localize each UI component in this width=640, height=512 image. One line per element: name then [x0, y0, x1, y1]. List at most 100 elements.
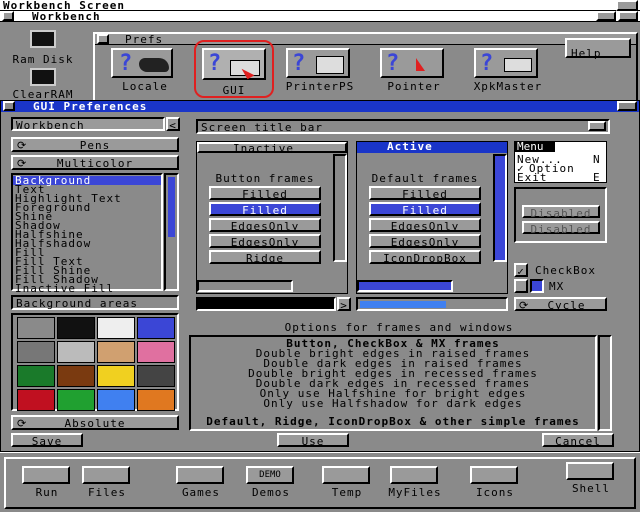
- cycle-gadget[interactable]: ⟳ Cycle: [514, 297, 607, 312]
- multicolor-cycle[interactable]: ⟳ Multicolor: [11, 155, 179, 170]
- prefs-titlebar[interactable]: Prefs: [95, 33, 636, 46]
- palette-swatch[interactable]: [97, 389, 135, 411]
- cycle-icon: ⟳: [17, 157, 28, 170]
- palette-swatch[interactable]: [57, 341, 95, 363]
- dock-label: Shell: [571, 482, 611, 495]
- ram-disk-icon[interactable]: Ram Disk: [13, 28, 72, 66]
- inactive-btn-3[interactable]: EdgesOnly: [209, 218, 321, 233]
- pointer-icon[interactable]: ? Pointer: [374, 48, 454, 94]
- cycle-icon: ⟳: [17, 417, 28, 430]
- gui-icon-selected[interactable]: ? GUI: [194, 40, 274, 98]
- dock-item-demos[interactable]: DEMO Demos: [242, 466, 302, 504]
- dock-item-temp[interactable]: Temp: [318, 466, 378, 504]
- myfiles-icon: [390, 466, 438, 484]
- menu-title: Menu: [515, 141, 555, 152]
- mx-label: MX: [549, 280, 565, 293]
- mx-radio-active[interactable]: [530, 279, 544, 293]
- workbench-field-arrow[interactable]: <: [166, 117, 180, 132]
- save-button[interactable]: Save: [11, 433, 83, 448]
- demos-icon: DEMO: [246, 466, 294, 484]
- inactive-btn-2[interactable]: Filled: [209, 202, 321, 217]
- active-btn-4[interactable]: EdgesOnly: [369, 234, 481, 249]
- checkbox[interactable]: ✓: [514, 263, 528, 278]
- cancel-button[interactable]: Cancel: [542, 433, 614, 448]
- active-hscroll[interactable]: [357, 280, 453, 292]
- prefs-close-gadget[interactable]: [97, 34, 109, 44]
- palette-swatch[interactable]: [57, 365, 95, 387]
- screen-depth-gadget[interactable]: [616, 0, 638, 11]
- pen-list-item[interactable]: Inactive Fill: [13, 283, 161, 294]
- gui-label: GUI: [222, 84, 246, 97]
- printer-icon: ?: [286, 48, 350, 78]
- palette-swatch[interactable]: [17, 341, 55, 363]
- inactive-btn-4[interactable]: EdgesOnly: [209, 234, 321, 249]
- gui-prefs-titlebar[interactable]: GUI Preferences: [1, 100, 639, 113]
- locale-icon[interactable]: ? Locale: [105, 48, 185, 94]
- gui-icon: ?: [202, 48, 266, 80]
- printerps-label: PrinterPS: [285, 80, 355, 93]
- info-line: Only use Halfshadow for dark edges: [263, 397, 523, 410]
- printerps-icon[interactable]: ? PrinterPS: [280, 48, 360, 94]
- pen-list[interactable]: Background Text Highlight Text Foreground Sh…: [11, 173, 163, 294]
- palette-swatch[interactable]: [137, 341, 175, 363]
- dock-item-shell[interactable]: Shell: [562, 462, 622, 500]
- close-gadget[interactable]: [2, 11, 14, 21]
- clearram-icon[interactable]: ClearRAM: [13, 68, 72, 102]
- gui-depth-gadget[interactable]: [617, 101, 637, 111]
- palette-swatch[interactable]: [97, 341, 135, 363]
- palette-swatch[interactable]: [97, 365, 135, 387]
- pens-cycle[interactable]: ⟳ Pens: [11, 137, 179, 152]
- inactive-preview: Inactive Button frames Filled Filled Edg…: [196, 141, 348, 294]
- icons-icon: [470, 466, 518, 484]
- inactive-btn-5[interactable]: Ridge: [209, 250, 321, 265]
- xpkmaster-icon[interactable]: ? XpkMaster: [468, 48, 548, 94]
- dock-item-myfiles[interactable]: MyFiles: [386, 466, 446, 504]
- screen-title-field[interactable]: Screen title bar: [196, 119, 610, 134]
- workbench-field[interactable]: Workbench: [11, 117, 165, 132]
- background-areas-label: Background areas: [11, 295, 179, 310]
- palette-swatch[interactable]: [17, 317, 55, 339]
- slider-left[interactable]: [196, 297, 336, 311]
- palette-swatch[interactable]: [57, 317, 95, 339]
- palette-swatch[interactable]: [17, 365, 55, 387]
- gui-close-gadget[interactable]: [3, 101, 15, 111]
- dock-item-run[interactable]: Run: [18, 466, 78, 504]
- absolute-cycle[interactable]: ⟳ Absolute: [11, 415, 179, 430]
- inactive-hscroll[interactable]: [197, 280, 293, 292]
- palette-swatch[interactable]: [137, 317, 175, 339]
- active-btn-1[interactable]: Filled: [369, 186, 481, 201]
- slider-right[interactable]: [356, 297, 508, 311]
- palette-swatch[interactable]: [137, 365, 175, 387]
- pen-list-scrollbar[interactable]: [164, 173, 179, 291]
- color-palette[interactable]: [11, 313, 179, 411]
- palette-swatch[interactable]: [17, 389, 55, 411]
- info-scrollbar[interactable]: [598, 335, 612, 431]
- palette-swatch[interactable]: [57, 389, 95, 411]
- gui-prefs-title: GUI Preferences: [33, 100, 148, 113]
- use-button[interactable]: Use: [277, 433, 349, 448]
- active-btn-3[interactable]: EdgesOnly: [369, 218, 481, 233]
- inactive-btn-1[interactable]: Filled: [209, 186, 321, 201]
- dock-item-files[interactable]: Files: [78, 466, 138, 504]
- slider-left-arrow[interactable]: >: [337, 297, 351, 312]
- depth-gadget[interactable]: [618, 11, 638, 21]
- palette-swatch[interactable]: [137, 389, 175, 411]
- active-preview: Active Default frames Filled Filled Edge…: [356, 140, 508, 294]
- workbench-titlebar[interactable]: Workbench: [0, 10, 640, 23]
- files-icon: [82, 466, 130, 484]
- zoom-gadget[interactable]: [596, 11, 616, 21]
- dock-item-games[interactable]: Games: [172, 466, 232, 504]
- prefs-help[interactable]: Help: [565, 38, 631, 60]
- mouse-pointer-icon: ?: [380, 48, 444, 78]
- checkbox-label: CheckBox: [535, 264, 596, 277]
- mx-radio[interactable]: [514, 279, 528, 293]
- active-vscroll[interactable]: [493, 154, 507, 262]
- menu-item-exit: Exit: [517, 171, 548, 184]
- inactive-vscroll[interactable]: [333, 154, 347, 262]
- active-btn-2[interactable]: Filled: [369, 202, 481, 217]
- palette-swatch[interactable]: [97, 317, 135, 339]
- disabled-btn-1: Disabled: [522, 205, 600, 220]
- active-btn-5[interactable]: IconDropBox: [369, 250, 481, 265]
- screen-title-gadget[interactable]: [588, 121, 606, 131]
- dock-item-icons[interactable]: Icons: [466, 466, 526, 504]
